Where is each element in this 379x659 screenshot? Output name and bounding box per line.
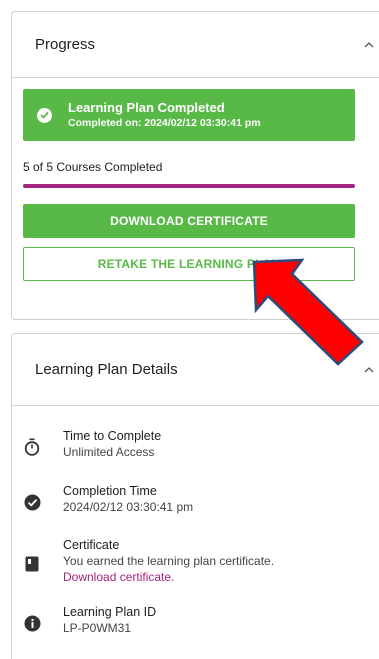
progress-card-header[interactable]: Progress (12, 12, 379, 78)
detail-value: You earned the learning plan certificate… (63, 554, 275, 568)
chevron-up-icon[interactable] (362, 38, 376, 52)
detail-time-to-complete: Time to Complete Unlimited Access (23, 428, 161, 460)
detail-label: Completion Time (63, 484, 157, 498)
info-icon (23, 614, 41, 632)
certificate-icon (23, 555, 41, 573)
detail-learning-plan-id: Learning Plan ID LP-P0WM31 (23, 604, 156, 636)
detail-value: Unlimited Access (63, 445, 155, 459)
stopwatch-icon (23, 438, 41, 456)
download-certificate-link[interactable]: Download certificate. (63, 569, 274, 585)
check-circle-icon (23, 493, 41, 511)
banner-subtitle: Completed on: 2024/02/12 03:30:41 pm (68, 117, 261, 129)
banner-title: Learning Plan Completed (68, 100, 225, 115)
detail-completion-time: Completion Time 2024/02/12 03:30:41 pm (23, 483, 193, 515)
check-icon (37, 107, 52, 123)
details-card-header[interactable]: Learning Plan Details (12, 334, 379, 406)
detail-value: 2024/02/12 03:30:41 pm (63, 500, 194, 514)
retake-learning-plan-button[interactable]: RETAKE THE LEARNING PLAN (23, 247, 355, 281)
detail-value: LP-P0WM31 (63, 621, 132, 635)
courses-completed-text: 5 of 5 Courses Completed (23, 160, 163, 174)
progress-bar-fill (23, 184, 355, 188)
completion-banner: Learning Plan Completed Completed on: 20… (23, 89, 355, 141)
download-certificate-button[interactable]: DOWNLOAD CERTIFICATE (23, 204, 355, 238)
detail-label: Time to Complete (63, 429, 162, 443)
progress-bar (23, 184, 355, 188)
chevron-up-icon[interactable] (362, 363, 376, 377)
detail-certificate: Certificate You earned the learning plan… (23, 537, 274, 585)
detail-label: Certificate (63, 538, 120, 552)
detail-label: Learning Plan ID (63, 605, 157, 619)
details-card-title: Learning Plan Details (35, 361, 178, 378)
progress-card-title: Progress (35, 36, 96, 53)
